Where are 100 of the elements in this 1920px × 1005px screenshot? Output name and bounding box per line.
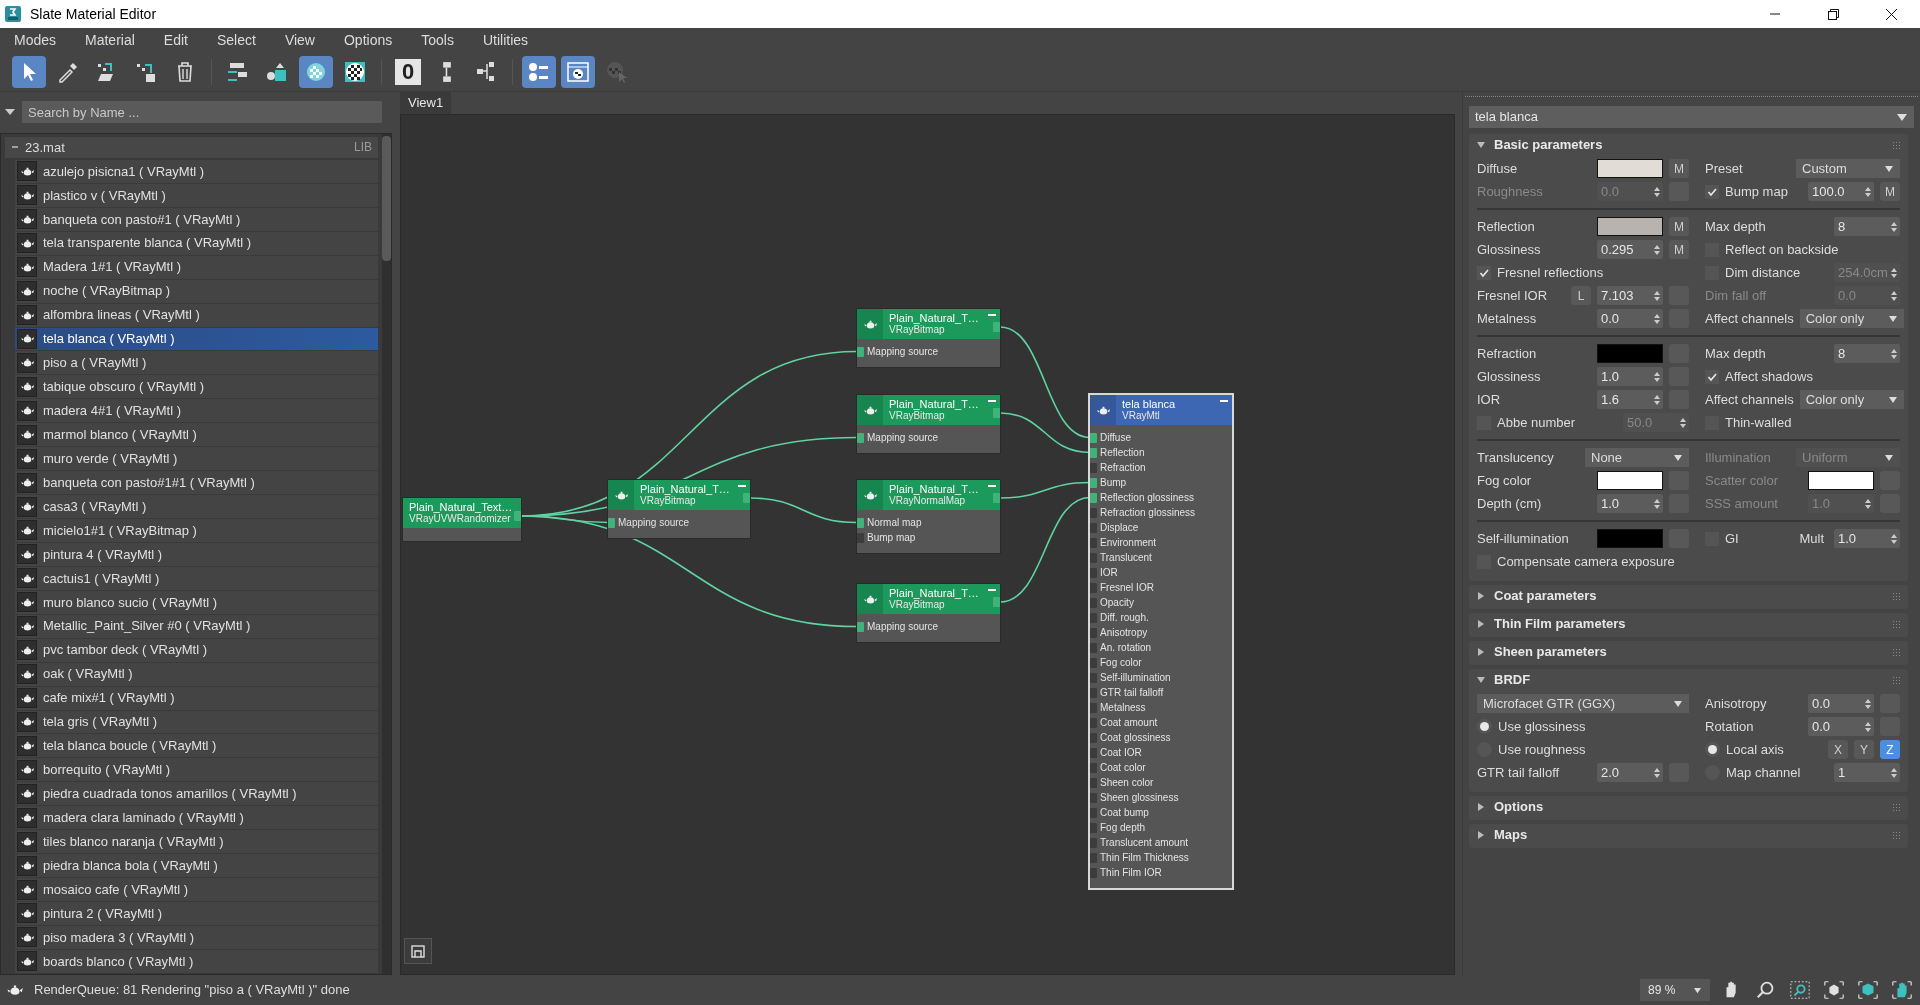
color-swatch[interactable] bbox=[1597, 471, 1663, 490]
spinner-arrows-icon[interactable] bbox=[1865, 697, 1871, 710]
menu-item[interactable]: Modes bbox=[6, 29, 65, 51]
material-list-item[interactable]: madera 4#1 ( VRayMtl ) bbox=[15, 399, 378, 423]
dropdown[interactable]: None bbox=[1585, 448, 1689, 467]
node-panel[interactable]: Plain_Natural_T… VRayBitmap Mapping source bbox=[857, 395, 1000, 453]
checkbox[interactable]: Dim distance bbox=[1705, 262, 1828, 283]
dropdown[interactable]: Custom bbox=[1796, 159, 1900, 178]
material-list-item[interactable]: borrequito ( VRayMtl ) bbox=[15, 758, 378, 782]
material-list-item[interactable]: pintura 2 ( VRayMtl ) bbox=[15, 902, 378, 925]
cube-button[interactable] bbox=[1822, 978, 1846, 1002]
number-spinner[interactable]: 1.6 bbox=[1597, 390, 1663, 409]
menu-item[interactable]: Utilities bbox=[474, 29, 537, 51]
material-list-item[interactable]: micielo1#1 ( VRayBitmap ) bbox=[15, 519, 378, 542]
input-port[interactable] bbox=[1090, 853, 1097, 863]
dropdown-caret-icon[interactable] bbox=[4, 107, 16, 117]
collapse-icon[interactable] bbox=[988, 313, 996, 317]
color-swatch[interactable] bbox=[1597, 159, 1663, 178]
input-port[interactable] bbox=[608, 518, 615, 528]
input-port[interactable] bbox=[1090, 823, 1097, 833]
navigator-button[interactable] bbox=[404, 938, 432, 964]
input-port[interactable] bbox=[1090, 763, 1097, 773]
spinner-arrows-icon[interactable] bbox=[1654, 393, 1660, 406]
radio-button[interactable]: Use glossiness bbox=[1477, 716, 1689, 737]
number-spinner[interactable]: 0.0 bbox=[1597, 309, 1663, 328]
input-port[interactable] bbox=[1090, 463, 1097, 473]
output-port[interactable] bbox=[993, 597, 1000, 607]
toolbar-button[interactable] bbox=[12, 55, 46, 88]
material-list-item[interactable]: tabique obscuro ( VRayMtl ) bbox=[15, 375, 378, 399]
spinner-arrows-icon[interactable] bbox=[1654, 766, 1660, 779]
input-port[interactable] bbox=[1090, 433, 1097, 443]
material-list-item[interactable]: piso a ( VRayMtl ) bbox=[15, 351, 378, 375]
material-list-item[interactable]: banqueta con pasto#1 ( VRayMtl ) bbox=[15, 207, 378, 231]
map-button[interactable]: M bbox=[1669, 159, 1689, 178]
dropdown[interactable]: Color only bbox=[1799, 390, 1904, 409]
number-spinner[interactable]: 0.0 bbox=[1808, 694, 1874, 713]
collapse-icon[interactable] bbox=[988, 399, 996, 403]
input-port[interactable] bbox=[1090, 673, 1097, 683]
material-list-item[interactable]: Madera 1#1 ( VRayMtl ) bbox=[15, 255, 378, 279]
checkbox[interactable]: Thin-walled bbox=[1705, 412, 1900, 433]
input-port[interactable] bbox=[1090, 613, 1097, 623]
output-port[interactable] bbox=[993, 322, 1000, 332]
grip-icon[interactable] bbox=[1892, 592, 1900, 600]
material-list-item[interactable]: pintura 4 ( VRayMtl ) bbox=[15, 542, 378, 566]
zoom-dropdown[interactable]: 89 % bbox=[1640, 979, 1710, 1001]
number-spinner[interactable]: 8 bbox=[1834, 344, 1900, 363]
menu-item[interactable]: Options bbox=[335, 29, 401, 51]
input-port[interactable] bbox=[1090, 478, 1097, 488]
menu-item[interactable]: Material bbox=[77, 29, 143, 51]
collapse-icon[interactable] bbox=[738, 484, 746, 488]
material-list-item[interactable]: piedra cuadrada tonos amarillos ( VRayMtl ) bbox=[15, 782, 378, 806]
rollout-header[interactable]: Coat parameters bbox=[1477, 585, 1900, 607]
output-port[interactable] bbox=[743, 493, 750, 503]
number-spinner[interactable]: 100.0 bbox=[1808, 182, 1874, 201]
material-list-item[interactable]: muro blanco sucio ( VRayMtl ) bbox=[15, 590, 378, 614]
material-list-item[interactable]: plastico v ( VRayMtl ) bbox=[15, 183, 378, 207]
material-list-item[interactable]: piedra blanca bola ( VRayMtl ) bbox=[15, 854, 378, 878]
spinner-arrows-icon[interactable] bbox=[1654, 312, 1660, 325]
output-port[interactable] bbox=[514, 511, 521, 521]
material-list-item[interactable]: tela gris ( VRayMtl ) bbox=[15, 710, 378, 734]
input-port[interactable] bbox=[1090, 703, 1097, 713]
output-port[interactable] bbox=[993, 493, 1000, 503]
grip-icon[interactable] bbox=[1892, 676, 1900, 684]
output-port[interactable] bbox=[993, 408, 1000, 418]
color-swatch[interactable] bbox=[1597, 217, 1663, 236]
checkbox[interactable]: Abbe number bbox=[1477, 412, 1617, 433]
material-list-item[interactable]: oak ( VRayMtl ) bbox=[15, 662, 378, 686]
spinner-arrows-icon[interactable] bbox=[1891, 532, 1897, 545]
rollout-header[interactable]: Thin Film parameters bbox=[1477, 613, 1900, 635]
node-panel[interactable] bbox=[1090, 395, 1232, 888]
spinner-arrows-icon[interactable] bbox=[1654, 497, 1660, 510]
input-port[interactable] bbox=[1090, 493, 1097, 503]
material-list-item[interactable]: alfombra lineas ( VRayMtl ) bbox=[15, 303, 378, 327]
number-spinner[interactable]: 1.0 bbox=[1834, 529, 1900, 548]
material-list-item[interactable]: noche ( VRayBitmap ) bbox=[15, 279, 378, 303]
material-list-item[interactable]: tela transparente blanca ( VRayMtl ) bbox=[15, 231, 378, 255]
number-spinner[interactable]: 0.0 bbox=[1808, 717, 1874, 736]
material-list-item[interactable]: tela blanca ( VRayMtl ) bbox=[15, 327, 378, 351]
color-swatch[interactable] bbox=[1808, 471, 1874, 490]
node-panel[interactable]: Plain_Natural_T… VRayBitmap Mapping source bbox=[608, 480, 750, 538]
axis-toggle[interactable]: Y bbox=[1854, 740, 1874, 759]
grip-icon[interactable] bbox=[1892, 648, 1900, 656]
input-port[interactable] bbox=[1090, 688, 1097, 698]
scrollbar-thumb[interactable] bbox=[382, 136, 391, 261]
input-port[interactable] bbox=[1090, 538, 1097, 548]
material-list-item[interactable]: casa3 ( VRayMtl ) bbox=[15, 495, 378, 518]
radio-button[interactable]: Map channel bbox=[1705, 762, 1828, 783]
material-list-item[interactable]: mosaico cafe ( VRayMtl ) bbox=[15, 878, 378, 901]
input-port[interactable] bbox=[1090, 523, 1097, 533]
dropdown[interactable]: Color only bbox=[1799, 309, 1904, 328]
collapse-icon[interactable] bbox=[988, 484, 996, 488]
material-selector[interactable]: tela blanca bbox=[1469, 106, 1914, 128]
input-port[interactable] bbox=[1090, 508, 1097, 518]
input-port[interactable] bbox=[1090, 838, 1097, 848]
rollout-header[interactable]: BRDF bbox=[1477, 669, 1900, 691]
menu-item[interactable]: View bbox=[276, 29, 323, 51]
search-field[interactable]: Search by Name ... bbox=[22, 101, 382, 123]
input-port[interactable] bbox=[1090, 583, 1097, 593]
spinner-arrows-icon[interactable] bbox=[1865, 720, 1871, 733]
spinner-arrows-icon[interactable] bbox=[1865, 185, 1871, 198]
